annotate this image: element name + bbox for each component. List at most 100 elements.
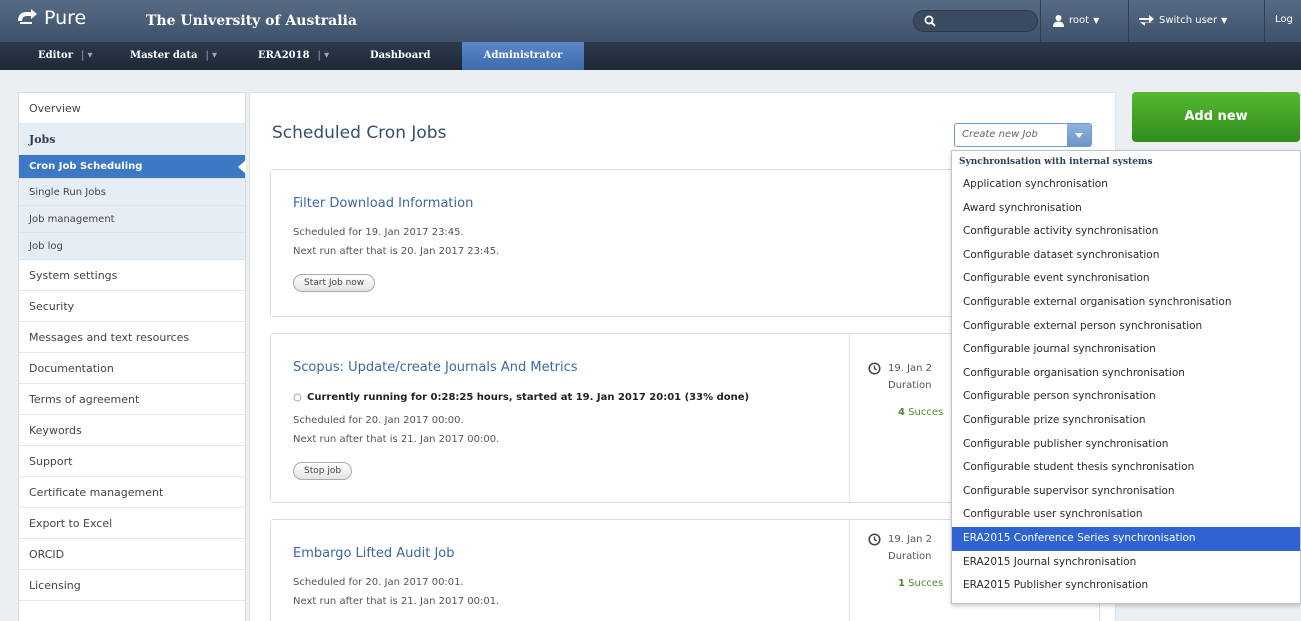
- sidebar-item-security[interactable]: Security: [19, 291, 245, 322]
- nav-master-data[interactable]: Master data | ▾: [130, 42, 217, 70]
- dropdown-item-selected[interactable]: ERA2015 Conference Series synchronisatio…: [952, 526, 1300, 551]
- divider: [849, 334, 850, 502]
- dropdown-item[interactable]: Configurable student thesis synchronisat…: [952, 456, 1300, 480]
- start-job-button[interactable]: Start Job now: [293, 274, 376, 292]
- dropdown-item[interactable]: Configurable event synchronisation: [952, 267, 1300, 291]
- success-count: 4 Succes: [898, 407, 943, 418]
- create-new-job-select[interactable]: Create new Job: [954, 123, 1092, 147]
- clock-icon: [868, 533, 881, 546]
- chevron-down-icon: ▼: [1093, 16, 1100, 25]
- sidebar-item-terms[interactable]: Terms of agreement: [19, 384, 245, 415]
- sidebar-item-certificate-management[interactable]: Certificate management: [19, 477, 245, 508]
- organisation-name: The University of Australia: [146, 13, 357, 29]
- chevron-down-icon[interactable]: | ▾: [205, 50, 217, 61]
- dropdown-item[interactable]: Application synchronisation: [952, 173, 1300, 197]
- job-title[interactable]: Embargo Lifted Audit Job: [293, 546, 455, 561]
- sidebar-item-keywords[interactable]: Keywords: [19, 415, 245, 446]
- nav-label: ERA2018: [258, 50, 310, 61]
- sidebar-item-job-log[interactable]: Job log: [19, 233, 245, 260]
- job-next-run: Next run after that is 21. Jan 2017 00:0…: [293, 596, 500, 607]
- admin-sidebar: Overview Jobs Cron Job Scheduling Single…: [18, 92, 246, 621]
- divider: [1128, 0, 1129, 42]
- user-name: root: [1069, 15, 1090, 26]
- sidebar-item-orcid[interactable]: ORCID: [19, 539, 245, 570]
- success-number: 4: [898, 407, 905, 418]
- running-text: Currently running for 0:28:25 hours, sta…: [307, 392, 750, 403]
- sidebar-item-export-to-excel[interactable]: Export to Excel: [19, 508, 245, 539]
- sidebar-item-overview[interactable]: Overview: [19, 93, 245, 124]
- job-next-run: Next run after that is 20. Jan 2017 23:4…: [293, 246, 500, 257]
- dropdown-item[interactable]: Award synchronisation: [952, 197, 1300, 221]
- create-job-dropdown: Synchronisation with internal systems Ap…: [951, 150, 1301, 604]
- spinner-icon: [293, 393, 302, 402]
- dropdown-item[interactable]: Configurable user synchronisation: [952, 503, 1300, 527]
- nav-label: Editor: [38, 50, 73, 61]
- clock-icon: [868, 362, 881, 375]
- divider: [1264, 0, 1265, 42]
- nav-dashboard[interactable]: Dashboard: [370, 42, 430, 70]
- last-run-date: 19. Jan 2: [888, 534, 933, 545]
- add-new-button[interactable]: Add new: [1132, 92, 1300, 142]
- sidebar-item-support[interactable]: Support: [19, 446, 245, 477]
- job-title[interactable]: Filter Download Information: [293, 196, 473, 211]
- dropdown-item[interactable]: Configurable publisher synchronisation: [952, 433, 1300, 457]
- sidebar-item-job-management[interactable]: Job management: [19, 206, 245, 233]
- last-run-duration: Duration: [888, 380, 932, 391]
- logo-text: Pure: [44, 7, 87, 29]
- dropdown-item[interactable]: Configurable person synchronisation: [952, 385, 1300, 409]
- last-run-duration: Duration: [888, 551, 932, 562]
- switch-user-label: Switch user: [1159, 14, 1218, 26]
- dropdown-item[interactable]: Configurable prize synchronisation: [952, 409, 1300, 433]
- dropdown-item[interactable]: Configurable supervisor synchronisation: [952, 480, 1300, 504]
- dropdown-item[interactable]: Configurable journal synchronisation: [952, 338, 1300, 362]
- dropdown-item[interactable]: Configurable activity synchronisation: [952, 220, 1300, 244]
- user-icon: [1053, 15, 1064, 27]
- nav-administrator[interactable]: Administrator: [462, 42, 584, 70]
- dropdown-item[interactable]: ERA2015 Publisher synchronisation: [952, 574, 1300, 598]
- job-schedule: Scheduled for 20. Jan 2017 00:00.: [293, 415, 464, 426]
- nav-editor[interactable]: Editor | ▾: [38, 42, 93, 70]
- chevron-down-icon[interactable]: | ▾: [318, 50, 330, 61]
- sidebar-item-cron-job-scheduling[interactable]: Cron Job Scheduling: [19, 155, 246, 179]
- top-bar: Pure The University of Australia root ▼ …: [0, 0, 1301, 42]
- chevron-down-icon[interactable]: [1067, 124, 1091, 146]
- switch-user-menu[interactable]: Switch user ▼: [1139, 14, 1227, 26]
- nav-era2018[interactable]: ERA2018 | ▾: [258, 42, 329, 70]
- stop-job-button[interactable]: Stop job: [293, 462, 353, 480]
- pure-logo[interactable]: Pure: [16, 7, 86, 29]
- success-count: 1 Succes: [898, 578, 943, 589]
- dropdown-item[interactable]: Configurable external organisation synch…: [952, 291, 1300, 315]
- divider: [1040, 0, 1041, 42]
- sidebar-item-system-settings[interactable]: System settings: [19, 260, 245, 291]
- sidebar-item-single-run-jobs[interactable]: Single Run Jobs: [19, 179, 245, 206]
- dropdown-item[interactable]: Configurable dataset synchronisation: [952, 244, 1300, 268]
- sidebar-item-messages[interactable]: Messages and text resources: [19, 322, 245, 353]
- chevron-down-icon[interactable]: | ▾: [81, 50, 93, 61]
- chevron-down-icon: ▼: [1221, 15, 1228, 25]
- create-job-label: Create new Job: [962, 129, 1038, 140]
- switch-arrows-icon: [1139, 15, 1155, 26]
- job-title[interactable]: Scopus: Update/create Journals And Metri…: [293, 360, 578, 375]
- sidebar-item-documentation[interactable]: Documentation: [19, 353, 245, 384]
- job-next-run: Next run after that is 21. Jan 2017 00:0…: [293, 434, 500, 445]
- main-nav: Editor | ▾ Master data | ▾ ERA2018 | ▾ Dash…: [0, 42, 1301, 70]
- dropdown-item[interactable]: Configurable organisation synchronisatio…: [952, 362, 1300, 386]
- job-schedule: Scheduled for 20. Jan 2017 00:01.: [293, 577, 464, 588]
- success-number: 1: [898, 578, 905, 589]
- job-schedule: Scheduled for 19. Jan 2017 23:45.: [293, 227, 464, 238]
- sidebar-item-jobs[interactable]: Jobs: [19, 124, 245, 155]
- sidebar-item-licensing[interactable]: Licensing: [19, 570, 245, 601]
- logout-link[interactable]: Log: [1275, 14, 1293, 25]
- search-input[interactable]: [913, 10, 1038, 32]
- pure-logo-icon: [18, 9, 37, 24]
- success-label: Succes: [908, 578, 944, 589]
- user-menu[interactable]: root ▼: [1052, 14, 1099, 27]
- nav-label: Dashboard: [370, 50, 431, 61]
- dropdown-item[interactable]: Configurable external person synchronisa…: [952, 315, 1300, 339]
- dropdown-item[interactable]: ERA2015 Journal synchronisation: [952, 551, 1300, 575]
- nav-label: Master data: [130, 50, 198, 61]
- job-running-status: Currently running for 0:28:25 hours, sta…: [293, 392, 749, 403]
- dropdown-group-header: Synchronisation with internal systems: [959, 157, 1153, 167]
- page-title: Scheduled Cron Jobs: [272, 123, 447, 143]
- divider: [849, 520, 850, 621]
